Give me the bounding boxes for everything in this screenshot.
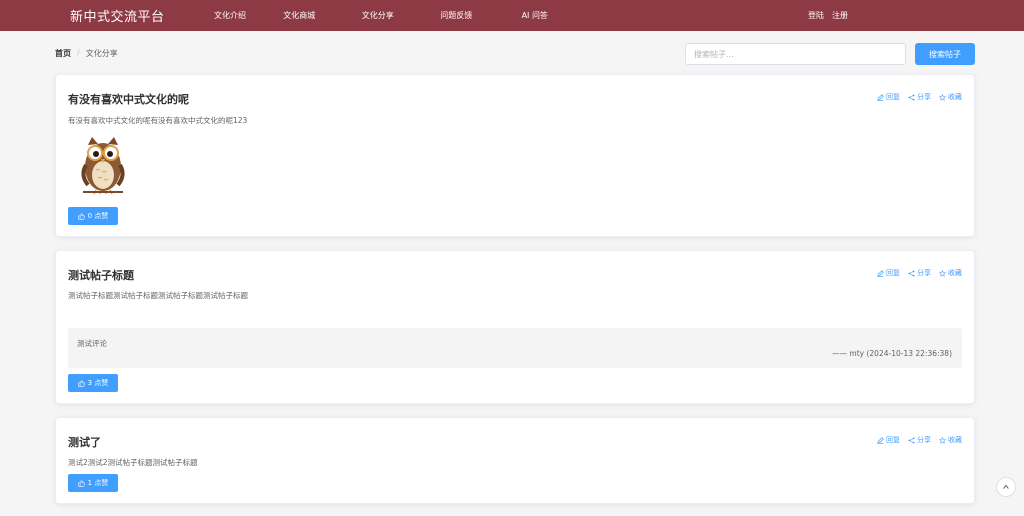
- share-label: 分享: [917, 93, 931, 101]
- post-actions: 回复 分享 收藏: [877, 268, 962, 278]
- favorite-action[interactable]: 收藏: [939, 268, 962, 278]
- site-brand[interactable]: 新中式交流平台: [70, 6, 165, 25]
- post-title[interactable]: 有没有喜欢中式文化的呢: [68, 91, 189, 107]
- post-content: 测试2测试2测试帖子标题测试帖子标题: [68, 458, 198, 467]
- main-nav: 文化介绍 文化商城 文化分享 问题反馈 AI 问答: [200, 0, 574, 31]
- nav-item-culture-share[interactable]: 文化分享: [339, 10, 418, 21]
- share-label: 分享: [917, 269, 931, 277]
- post-content: 有没有喜欢中式文化的呢有没有喜欢中式文化的呢123: [68, 116, 248, 125]
- post-title[interactable]: 测试帖子标题: [68, 267, 134, 283]
- breadcrumb-home[interactable]: 首页: [55, 48, 71, 59]
- share-action[interactable]: 分享: [908, 92, 931, 102]
- edit-icon: [877, 269, 884, 277]
- star-icon: [939, 93, 946, 101]
- nav-item-culture-mall[interactable]: 文化商城: [260, 10, 339, 21]
- like-button[interactable]: 1 点赞: [68, 474, 118, 492]
- breadcrumb-separator: /: [77, 48, 80, 57]
- reply-action[interactable]: 回复: [877, 435, 900, 445]
- reply-label: 回复: [886, 93, 900, 101]
- breadcrumb-current: 文化分享: [85, 49, 118, 58]
- nav-item-culture-intro[interactable]: 文化介绍: [200, 10, 260, 21]
- search-button[interactable]: 搜索帖子: [915, 43, 975, 65]
- favorite-label: 收藏: [948, 269, 962, 277]
- owl-image: [81, 137, 125, 195]
- favorite-label: 收藏: [948, 93, 962, 101]
- share-label: 分享: [917, 436, 931, 444]
- post-card: 有没有喜欢中式文化的呢 回复 分享 收藏 有没有喜欢中式文化的呢有没有喜欢中式文…: [55, 74, 975, 237]
- post-actions: 回复 分享 收藏: [877, 435, 962, 445]
- top-nav-bar: 新中式交流平台 文化介绍 文化商城 文化分享 问题反馈 AI 问答 登陆 注册: [0, 0, 1024, 31]
- reply-action[interactable]: 回复: [877, 268, 900, 278]
- thumbs-up-icon: [78, 479, 85, 487]
- favorite-label: 收藏: [948, 436, 962, 444]
- login-link[interactable]: 登陆: [808, 10, 824, 21]
- comment-meta: —— mty (2024-10-13 22:36:38): [832, 349, 952, 358]
- register-link[interactable]: 注册: [832, 10, 848, 21]
- comment-item: 测试评论 —— mty (2024-10-13 22:36:38): [68, 328, 962, 368]
- auth-links: 登陆 注册: [808, 10, 848, 21]
- reply-label: 回复: [886, 269, 900, 277]
- comment-text: 测试评论: [77, 339, 107, 348]
- edit-icon: [877, 93, 884, 101]
- like-button[interactable]: 0 点赞: [68, 207, 118, 225]
- favorite-action[interactable]: 收藏: [939, 92, 962, 102]
- like-button[interactable]: 3 点赞: [68, 374, 118, 392]
- favorite-action[interactable]: 收藏: [939, 435, 962, 445]
- post-title[interactable]: 测试了: [68, 434, 101, 450]
- thumbs-up-icon: [78, 379, 85, 387]
- like-count: 1 点赞: [87, 479, 109, 487]
- nav-item-feedback[interactable]: 问题反馈: [417, 10, 496, 21]
- post-content: 测试帖子标题测试帖子标题测试帖子标题测试帖子标题: [68, 291, 248, 300]
- like-count: 3 点赞: [87, 379, 109, 387]
- nav-item-ai-qa[interactable]: AI 问答: [496, 10, 575, 21]
- reply-label: 回复: [886, 436, 900, 444]
- thumbs-up-icon: [78, 212, 85, 220]
- edit-icon: [877, 436, 884, 444]
- breadcrumb: 首页 / 文化分享: [55, 48, 118, 59]
- post-actions: 回复 分享 收藏: [877, 92, 962, 102]
- chevron-up-icon: [1003, 484, 1009, 489]
- post-card: 测试了 回复 分享 收藏 测试2测试2测试帖子标题测试帖子标题 1 点赞: [55, 417, 975, 504]
- back-to-top-button[interactable]: [996, 477, 1016, 497]
- star-icon: [939, 436, 946, 444]
- reply-action[interactable]: 回复: [877, 92, 900, 102]
- star-icon: [939, 269, 946, 277]
- share-icon: [908, 93, 915, 101]
- share-icon: [908, 269, 915, 277]
- search-input[interactable]: [685, 43, 906, 65]
- share-icon: [908, 436, 915, 444]
- share-action[interactable]: 分享: [908, 268, 931, 278]
- post-card: 测试帖子标题 回复 分享 收藏 测试帖子标题测试帖子标题测试帖子标题测试帖子标题…: [55, 250, 975, 404]
- share-action[interactable]: 分享: [908, 435, 931, 445]
- like-count: 0 点赞: [87, 212, 109, 220]
